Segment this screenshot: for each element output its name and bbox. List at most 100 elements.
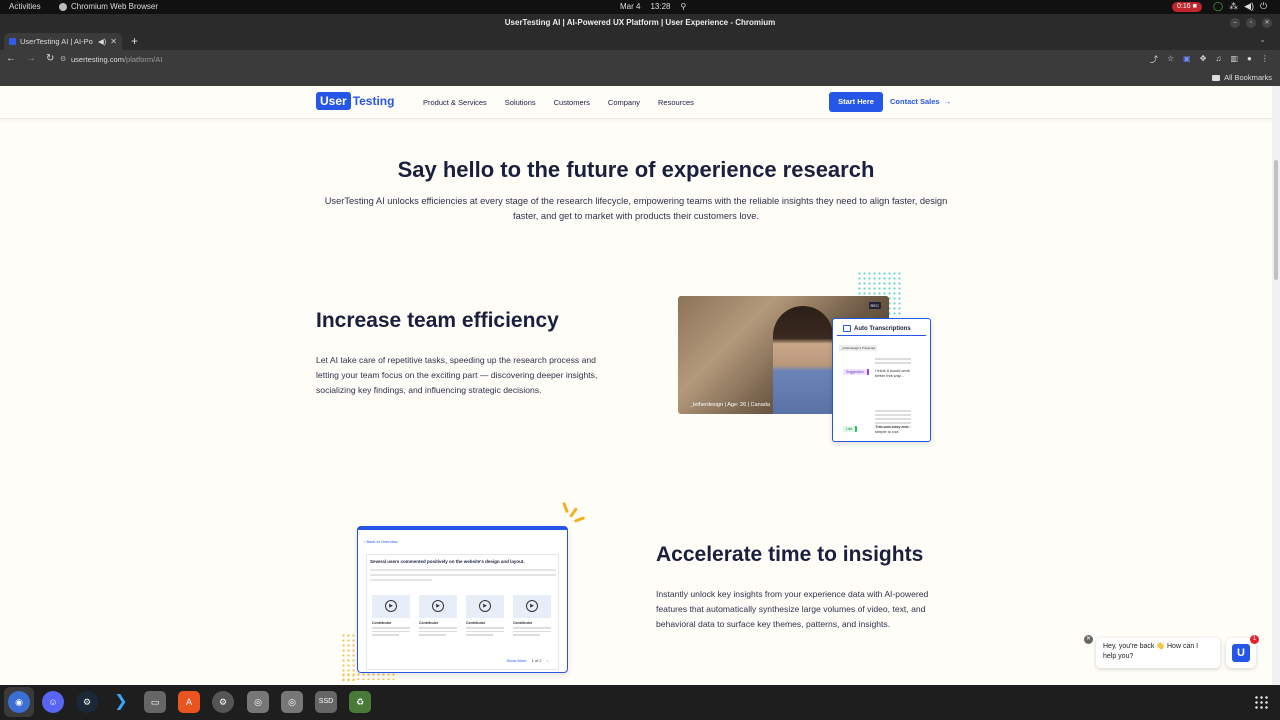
window-controls: – ▫ ✕	[1230, 18, 1272, 28]
volume-icon: ◀)	[1244, 1, 1254, 11]
nav-company[interactable]: Company	[608, 98, 640, 107]
video-clip-card[interactable]: ▶ Contributor	[466, 595, 504, 647]
back-icon[interactable]: ←	[6, 53, 16, 64]
forward-icon[interactable]: →	[26, 53, 36, 64]
pager-label: 1 of 2	[531, 658, 542, 663]
tab-search-icon[interactable]: ⌄	[1259, 35, 1266, 44]
files-dock-icon[interactable]: ▭	[144, 691, 166, 713]
section-efficiency-title: Increase team efficiency	[316, 309, 559, 332]
window-title-bar: UserTesting AI | AI-Powered UX Platform …	[0, 14, 1280, 32]
address-bar[interactable]: ⚙ usertesting.com/platform/AI	[56, 52, 1136, 68]
section-efficiency-body: Let AI take care of repetitive tasks, sp…	[316, 355, 598, 395]
vscode-dock-icon[interactable]: ❯	[110, 691, 132, 713]
chat-logo-icon: U	[1232, 644, 1250, 662]
media-icon[interactable]: ♫	[1215, 54, 1221, 65]
contact-sales-link[interactable]: Contact Sales →	[890, 97, 951, 106]
folder-icon	[1212, 74, 1221, 81]
extensions-puzzle-icon[interactable]: ✥	[1200, 54, 1207, 65]
chevron-right-icon[interactable]: ›	[547, 658, 548, 663]
decorative-dots-yellow-row	[341, 672, 397, 680]
activities-button[interactable]: Activities	[9, 2, 41, 11]
discord-dock-icon[interactable]: ☺	[42, 691, 64, 713]
text-line	[370, 574, 556, 576]
minimize-icon[interactable]: –	[1230, 18, 1240, 28]
toolbar-icons: ⤴ ☆ ▣ ✥ ♫ ▥ ● ⋮	[1150, 54, 1269, 65]
start-here-button[interactable]: Start Here	[829, 92, 883, 112]
chat-greeting-bubble[interactable]: Hey, you're back 👋 How can I help you?	[1096, 638, 1220, 668]
text-line	[875, 358, 911, 360]
maximize-icon[interactable]: ▫	[1246, 18, 1256, 28]
usertesting-favicon-icon	[9, 38, 16, 45]
logo-testing: Testing	[352, 94, 395, 108]
settings-dock-icon[interactable]: ⚙	[212, 691, 234, 713]
insight-headline: Several users commented positively on th…	[370, 559, 525, 564]
usertesting-logo[interactable]: User Testing	[316, 92, 394, 110]
status-ring-icon: ◯	[1213, 1, 1224, 11]
chat-unread-badge: 1	[1250, 635, 1259, 644]
share-icon[interactable]: ⤴	[1150, 54, 1158, 65]
scrollbar-thumb[interactable]	[1274, 160, 1278, 280]
browser-tab[interactable]: UserTesting AI | AI-Po ◀) ✕	[4, 33, 122, 50]
disk-dock-icon-2[interactable]: ◎	[281, 691, 303, 713]
chromium-dock-icon[interactable]: ◉	[8, 691, 30, 713]
video-clip-card[interactable]: ▶ Contributor	[513, 595, 551, 647]
video-clip-card[interactable]: ▶ Contributor	[372, 595, 410, 647]
date: Mar 4	[620, 2, 641, 11]
page-viewport: User Testing Product & Services Solution…	[0, 86, 1280, 685]
hero-title: Say hello to the future of experience re…	[397, 157, 875, 182]
trash-dock-icon[interactable]: ♻	[349, 691, 371, 713]
recording-time: 0:16	[1177, 3, 1191, 10]
play-icon[interactable]: ▶	[385, 600, 397, 612]
show-apps-icon[interactable]	[1254, 695, 1268, 709]
side-panel-icon[interactable]: ▥	[1230, 54, 1238, 65]
nav-resources[interactable]: Resources	[658, 98, 694, 107]
address-path: /platform/AI	[123, 55, 163, 64]
software-center-dock-icon[interactable]: A	[178, 691, 200, 713]
new-tab-icon[interactable]: +	[131, 34, 138, 48]
play-icon[interactable]: ▶	[479, 600, 491, 612]
site-info-icon[interactable]: ⚙	[60, 52, 66, 68]
disk-dock-icon[interactable]: ◎	[247, 691, 269, 713]
text-line	[875, 414, 911, 416]
ssd-dock-icon[interactable]: SSD	[315, 691, 337, 713]
chat-dismiss-icon[interactable]: ✕	[1084, 635, 1093, 644]
screen-recording-indicator[interactable]: 0:16 ■	[1172, 2, 1202, 12]
steam-dock-icon[interactable]: ⚙	[76, 691, 98, 713]
transcript-icon	[843, 325, 851, 332]
show-more-link[interactable]: Show More	[506, 658, 526, 663]
bookmark-star-icon[interactable]: ☆	[1167, 54, 1174, 65]
nav-customers[interactable]: Customers	[554, 98, 590, 107]
speaker-icon[interactable]: ◀)	[98, 37, 106, 46]
reload-icon[interactable]: ↻	[46, 53, 54, 64]
page-scrollbar[interactable]	[1272, 86, 1280, 685]
play-icon[interactable]: ▶	[432, 600, 444, 612]
extension-icon[interactable]: ▣	[1183, 54, 1191, 65]
arrow-right-icon: →	[941, 97, 952, 106]
power-icon: ⏻	[1260, 1, 1268, 11]
navigation-buttons: ← → ↻	[6, 53, 54, 64]
back-to-overview-link[interactable]: ‹ Back to Overview	[364, 539, 398, 544]
play-icon[interactable]: ▶	[526, 600, 538, 612]
nav-solutions[interactable]: Solutions	[505, 98, 536, 107]
system-tray[interactable]: ◯ ⁂ ◀) ⏻	[1213, 1, 1267, 12]
all-bookmarks-button[interactable]: All Bookmarks	[1212, 73, 1272, 82]
rec-badge: REC	[868, 302, 881, 309]
auto-transcriptions-card: Auto Transcriptions _letherdesign's Tran…	[832, 318, 931, 442]
insight-panel: Several users commented positively on th…	[366, 554, 559, 670]
close-tab-icon[interactable]: ✕	[110, 37, 117, 46]
profile-icon[interactable]: ●	[1247, 54, 1252, 65]
chromium-icon	[59, 2, 67, 11]
chat-launcher-button[interactable]: U 1	[1226, 635, 1259, 668]
nav-product-services[interactable]: Product & Services	[423, 98, 487, 107]
close-icon[interactable]: ✕	[1262, 18, 1272, 28]
clock[interactable]: Mar 4 13:28 ⚲	[620, 2, 686, 11]
video-clip-card[interactable]: ▶ Contributor	[419, 595, 457, 647]
menu-icon[interactable]: ⋮	[1261, 54, 1269, 65]
system-top-bar: Activities Chromium Web Browser Mar 4 13…	[0, 0, 1280, 14]
tab-strip: UserTesting AI | AI-Po ◀) ✕ + ⌄	[0, 32, 1280, 50]
clip-label: Contributor	[466, 621, 486, 625]
browser-toolbar: ← → ↻ ⚙ usertesting.com/platform/AI ⤴ ☆ …	[0, 50, 1280, 70]
time: 13:28	[650, 2, 671, 11]
contact-sales-label: Contact Sales	[890, 97, 940, 106]
app-menu[interactable]: Chromium Web Browser	[59, 2, 158, 11]
